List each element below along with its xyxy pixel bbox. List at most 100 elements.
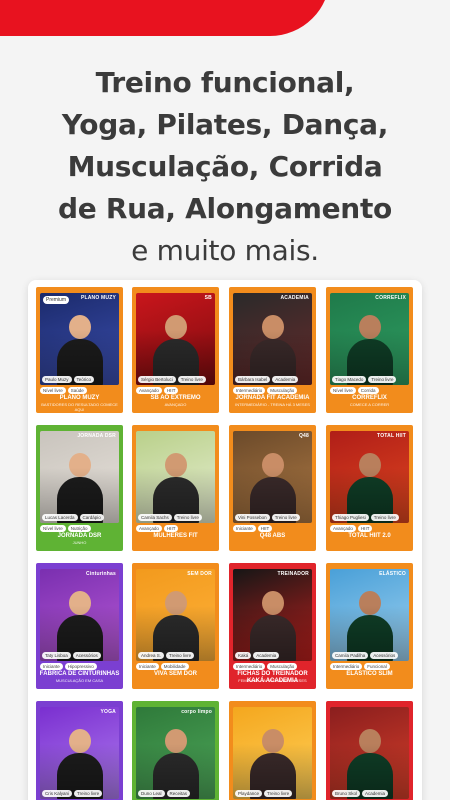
program-tags: Intermediário Musculação	[233, 663, 298, 670]
photo-shade	[40, 569, 119, 661]
program-tags: Nível livre Corrida	[330, 387, 379, 394]
program-type: Cardápio	[79, 514, 104, 521]
level-tag: Avançado	[136, 387, 162, 394]
program-card[interactable]: TOTAL HIIT Thiago Pugliesi Treino livre Ava…	[326, 425, 413, 551]
instructor-row: Playdance Treino livre	[235, 790, 293, 797]
instructor-row: Cris Kalyani Treino livre	[42, 790, 103, 797]
instructor-row: Lucas Lacerda Cardápio	[42, 514, 104, 521]
photo-shade	[233, 431, 312, 523]
level-tag: Iniciante	[136, 663, 159, 670]
photo-shade	[330, 707, 409, 799]
program-photo: Playdance Treino livre	[233, 707, 312, 799]
program-tags: Nível livre Nutrição	[40, 525, 91, 532]
photo-shade	[40, 431, 119, 523]
program-logo: Q48	[298, 433, 309, 439]
program-card[interactable]: CORREFLIX Tiago Macedo Treino livre Nível l…	[326, 287, 413, 413]
photo-shade	[330, 431, 409, 523]
photo-shade	[330, 293, 409, 385]
program-tags: Iniciante Hipopressivo	[40, 663, 97, 670]
program-type: Treino livre	[177, 376, 206, 383]
instructor-name: Kaká	[235, 652, 252, 659]
photo-shade	[233, 293, 312, 385]
program-type: Treino livre	[271, 514, 300, 521]
program-card[interactable]: TREINADOR Kaká Academia Intermediário Muscul…	[229, 563, 316, 689]
program-card[interactable]: ELÁSTICO Camila Padilha Acessórios Intermed…	[326, 563, 413, 689]
instructor-name: Cris Kalyani	[42, 790, 73, 797]
program-type: Academia	[272, 376, 299, 383]
program-type: Acessórios	[370, 652, 399, 659]
program-tags: Avançado HIIT	[136, 387, 179, 394]
instructor-row: Sérgio Bertoluci Treino livre	[138, 376, 206, 383]
level-tag: Intermediário	[233, 387, 266, 394]
program-logo: Cinturinhas	[86, 571, 116, 577]
program-title: PLANO MUZY	[59, 395, 100, 401]
category-tag: HIIT	[357, 525, 373, 532]
program-logo: TOTAL HIIT	[377, 433, 406, 439]
instructor-row: Paulo Muzy Teórico	[42, 376, 95, 383]
category-tag: Nutrição	[67, 525, 91, 532]
category-tag: Hipopressivo	[64, 663, 97, 670]
program-tags: Iniciante Mobilidade	[136, 663, 189, 670]
program-card[interactable]: Camila Sachs Treino livre Avançado HIIT MULH…	[132, 425, 219, 551]
program-photo: Q48 Vini Possebon Treino livre	[233, 431, 312, 523]
program-tags: Intermediário Funcional	[330, 663, 390, 670]
program-card[interactable]: SEM DOR Andrea S. Treino livre Iniciante Mob…	[132, 563, 219, 689]
program-photo: CORREFLIX Tiago Macedo Treino livre	[330, 293, 409, 385]
program-subtitle: BASTIDORES DO RESULTADO COMECE AQUI	[41, 402, 118, 412]
level-tag: Iniciante	[233, 525, 256, 532]
instructor-name: Bárbara Isabel	[235, 376, 271, 383]
program-title: MULHERES FIT	[153, 533, 198, 539]
program-type: Acessórios	[72, 652, 101, 659]
program-photo: ACADEMIA Bárbara Isabel Academia	[233, 293, 312, 385]
instructor-row: Thiago Pugliesi Treino livre	[332, 514, 399, 521]
program-card[interactable]: Bruno SkolAcademiaNível livreMusculação	[326, 701, 413, 800]
program-logo: CORREFLIX	[375, 295, 406, 301]
photo-shade	[40, 293, 119, 385]
program-type: Academia	[362, 790, 389, 797]
program-subtitle: MUSCULAÇÃO EM CASA	[55, 678, 104, 683]
photo-shade	[40, 707, 119, 799]
program-tags: Intermediário Musculação	[233, 387, 298, 394]
program-title: Q48 ABS	[259, 533, 286, 539]
program-photo: Cinturinhas Taty Lisboa Acessórios	[40, 569, 119, 661]
program-logo: ELÁSTICO	[379, 571, 406, 577]
program-type: Treino livre	[166, 652, 195, 659]
instructor-name: Camila Sachs	[138, 514, 172, 521]
program-type: Treino livre	[173, 514, 202, 521]
instructor-name: Sérgio Bertoluci	[138, 376, 176, 383]
program-logo: TREINADOR	[277, 571, 309, 577]
program-card[interactable]: Cinturinhas Taty Lisboa Acessórios Iniciant…	[36, 563, 123, 689]
level-tag: Nível livre	[330, 387, 356, 394]
program-card[interactable]: PlaydanceTreino livreIntermediárioDança	[229, 701, 316, 800]
program-photo: TREINADOR Kaká Academia	[233, 569, 312, 661]
level-tag: Avançado	[136, 525, 162, 532]
instructor-row: Tiago Macedo Treino livre	[332, 376, 397, 383]
headline-line-5: e muito mais.	[131, 234, 319, 267]
program-photo: Camila Sachs Treino livre	[136, 431, 215, 523]
program-photo: Bruno Skol Academia	[330, 707, 409, 799]
program-card[interactable]: Premium PLANO MUZY Paulo Muzy Teórico Nível …	[36, 287, 123, 413]
photo-shade	[330, 569, 409, 661]
category-tag: HIIT	[163, 525, 179, 532]
program-card[interactable]: SB Sérgio Bertoluci Treino livre Avançado HI…	[132, 287, 219, 413]
program-subtitle: FEMININO - JÁ TREINA HÁ 3 MESES	[238, 678, 307, 683]
instructor-name: Playdance	[235, 790, 263, 797]
program-subtitle: COMECE A CORRER	[349, 402, 390, 407]
level-tag: Nível livre	[40, 525, 66, 532]
category-tag: Funcional	[364, 663, 390, 670]
program-card[interactable]: corpo limpoDuno LealReceitasNível livreN…	[132, 701, 219, 800]
program-logo: PLANO MUZY	[80, 295, 116, 301]
header-red-shape	[0, 0, 330, 36]
instructor-row: Vini Possebon Treino livre	[235, 514, 300, 521]
headline-line-3: Musculação, Corrida	[67, 150, 383, 183]
headline-line-4: de Rua, Alongamento	[58, 192, 392, 225]
program-card[interactable]: Q48 Vini Possebon Treino livre Iniciante HII…	[229, 425, 316, 551]
program-card[interactable]: JORNADA DSR Lucas Lacerda Cardápio Nível li…	[36, 425, 123, 551]
program-card[interactable]: ACADEMIA Bárbara Isabel Academia Intermediá…	[229, 287, 316, 413]
program-card[interactable]: YOGACris KalyaniTreino livreInicianteYog…	[36, 701, 123, 800]
photo-shade	[233, 569, 312, 661]
program-title: JORNADA DSR	[57, 533, 102, 539]
instructor-name: Andrea S.	[138, 652, 165, 659]
category-tag: Musculação	[267, 387, 298, 394]
program-photo: JORNADA DSR Lucas Lacerda Cardápio	[40, 431, 119, 523]
